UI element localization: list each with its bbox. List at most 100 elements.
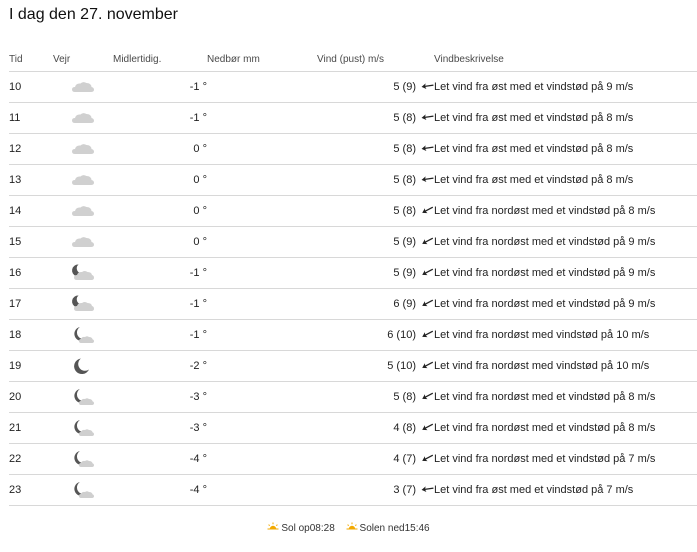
row-wind: 5 (8) xyxy=(317,195,434,227)
row-weather xyxy=(53,381,113,413)
moon-small-cloud-icon xyxy=(74,482,94,498)
row-precipitation xyxy=(207,443,317,475)
table-row: 10 -1 ° 5 (9) Let vind fra øst med et vi… xyxy=(9,71,697,103)
row-wind: 5 (8) xyxy=(317,102,434,134)
column-header-weather: Vejr xyxy=(53,47,113,72)
row-time: 20 xyxy=(9,381,53,413)
table-row: 19 -2 ° 5 (10) Let vind fra nordøst med … xyxy=(9,350,697,382)
row-temperature: 0 ° xyxy=(113,164,207,196)
row-wind-value: 5 (8) xyxy=(393,205,416,217)
wind-arrow-icon xyxy=(421,114,434,120)
sunset-time: 15:46 xyxy=(404,523,430,534)
table-row: 12 0 ° 5 (8) Let vind fra øst med et vin… xyxy=(9,133,697,165)
row-temperature: -4 ° xyxy=(113,474,207,506)
row-weather xyxy=(53,195,113,227)
moon-small-cloud-icon xyxy=(74,420,94,436)
wind-arrow-icon xyxy=(421,145,434,151)
row-wind-description: Let vind fra øst med et vindstød på 8 m/… xyxy=(434,164,697,196)
row-wind: 3 (7) xyxy=(317,474,434,506)
moon-small-cloud-icon xyxy=(74,327,94,343)
cloud-icon xyxy=(72,175,94,185)
row-weather xyxy=(53,412,113,444)
row-time: 22 xyxy=(9,443,53,475)
wind-arrow-icon xyxy=(422,392,434,400)
wind-arrow-icon xyxy=(422,206,434,214)
table-row: 23 -4 ° 3 (7) Let vind fra øst med et vi… xyxy=(9,474,697,506)
wind-arrow-icon xyxy=(422,237,434,245)
wind-arrow-icon xyxy=(422,268,434,276)
row-time: 17 xyxy=(9,288,53,320)
row-precipitation xyxy=(207,71,317,103)
table-row: 21 -3 ° 4 (8) Let vind fra nordøst med e… xyxy=(9,412,697,444)
row-temperature: -1 ° xyxy=(113,319,207,351)
row-time: 14 xyxy=(9,195,53,227)
row-wind-value: 6 (9) xyxy=(393,298,416,310)
row-wind-description: Let vind fra nordøst med et vindstød på … xyxy=(434,288,697,320)
row-wind-description: Let vind fra øst med et vindstød på 9 m/… xyxy=(434,71,697,103)
table-row: 16 -1 ° 5 (9) Let vind fra nordøst med e… xyxy=(9,257,697,289)
row-precipitation xyxy=(207,288,317,320)
row-precipitation xyxy=(207,412,317,444)
row-time: 15 xyxy=(9,226,53,258)
cloud-icon xyxy=(72,113,94,123)
sunrise: Sol op08:28 xyxy=(267,522,335,534)
row-temperature: -3 ° xyxy=(113,412,207,444)
row-temperature: 0 ° xyxy=(113,195,207,227)
page-title: I dag den 27. november xyxy=(9,6,179,23)
cloud-icon xyxy=(72,82,94,92)
column-header-precipitation: Nedbør mm xyxy=(207,47,317,72)
row-wind-value: 3 (7) xyxy=(393,484,416,496)
row-wind-value: 5 (10) xyxy=(387,360,416,372)
row-weather xyxy=(53,71,113,103)
sunrise-label: Sol op xyxy=(281,523,310,534)
table-row: 14 0 ° 5 (8) Let vind fra nordøst med et… xyxy=(9,195,697,227)
row-wind-description: Let vind fra nordøst med et vindstød på … xyxy=(434,443,697,475)
row-wind: 4 (7) xyxy=(317,443,434,475)
row-wind-value: 5 (8) xyxy=(393,391,416,403)
row-wind: 6 (9) xyxy=(317,288,434,320)
row-weather xyxy=(53,257,113,289)
row-wind: 5 (9) xyxy=(317,226,434,258)
row-temperature: -4 ° xyxy=(113,443,207,475)
table-row: 15 0 ° 5 (9) Let vind fra nordøst med et… xyxy=(9,226,697,258)
wind-arrow-icon xyxy=(422,330,434,338)
wind-arrow-icon xyxy=(422,361,434,369)
wind-arrow-icon xyxy=(422,454,434,462)
row-weather xyxy=(53,443,113,475)
sunset: Solen ned15:46 xyxy=(345,522,430,534)
moon-small-cloud-icon xyxy=(74,451,94,467)
table-row: 11 -1 ° 5 (8) Let vind fra øst med et vi… xyxy=(9,102,697,134)
row-wind: 5 (9) xyxy=(317,71,434,103)
row-wind-description: Let vind fra nordøst med et vindstød på … xyxy=(434,226,697,258)
row-weather xyxy=(53,226,113,258)
moon-cloud-icon xyxy=(72,264,94,280)
row-time: 12 xyxy=(9,133,53,165)
row-weather xyxy=(53,164,113,196)
row-wind-description: Let vind fra øst med et vindstød på 7 m/… xyxy=(434,474,697,506)
table-row: 18 -1 ° 6 (10) Let vind fra nordøst med … xyxy=(9,319,697,351)
row-precipitation xyxy=(207,102,317,134)
wind-arrow-icon xyxy=(422,423,434,431)
row-wind-description: Let vind fra nordøst med vindstød på 10 … xyxy=(434,319,697,351)
column-header-wind: Vind (pust) m/s xyxy=(317,47,434,72)
row-wind-value: 5 (8) xyxy=(393,174,416,186)
sunset-label: Solen ned xyxy=(359,523,405,534)
moon-cloud-icon xyxy=(72,295,94,311)
row-wind-description: Let vind fra nordøst med et vindstød på … xyxy=(434,381,697,413)
table-row: 22 -4 ° 4 (7) Let vind fra nordøst med e… xyxy=(9,443,697,475)
row-wind-description: Let vind fra nordøst med et vindstød på … xyxy=(434,195,697,227)
row-time: 10 xyxy=(9,71,53,103)
hourly-forecast-table: Tid Vejr Midlertidig. Nedbør mm Vind (pu… xyxy=(9,47,697,506)
row-temperature: -1 ° xyxy=(113,71,207,103)
row-temperature: 0 ° xyxy=(113,226,207,258)
row-wind-description: Let vind fra nordøst med et vindstød på … xyxy=(434,412,697,444)
row-wind: 5 (9) xyxy=(317,257,434,289)
wind-arrow-icon xyxy=(422,299,434,307)
row-precipitation xyxy=(207,381,317,413)
row-wind-value: 4 (7) xyxy=(393,453,416,465)
sunrise-icon xyxy=(267,522,280,532)
row-wind-value: 5 (8) xyxy=(393,143,416,155)
row-wind-value: 5 (9) xyxy=(393,236,416,248)
row-wind: 5 (8) xyxy=(317,164,434,196)
row-weather xyxy=(53,102,113,134)
